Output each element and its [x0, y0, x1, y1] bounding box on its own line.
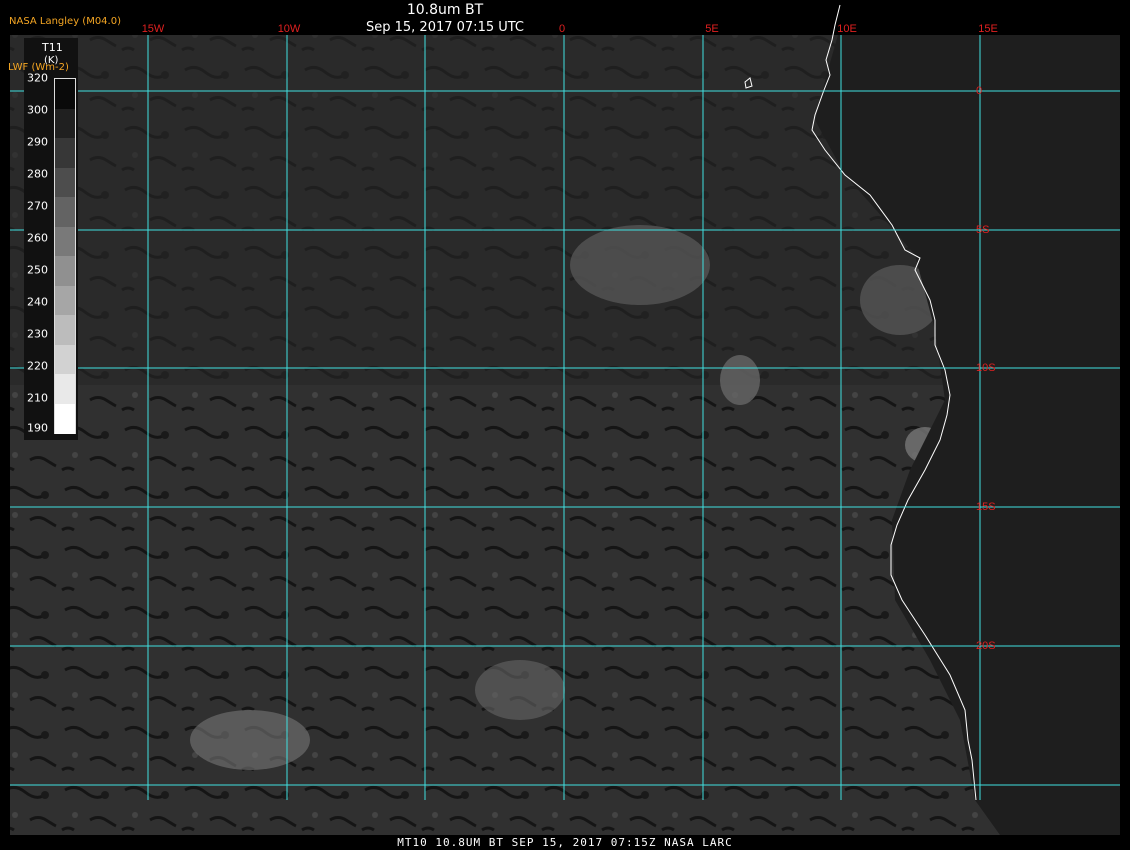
- legend-tick: 280: [27, 167, 48, 181]
- legend-tick: 320: [27, 71, 48, 85]
- lat-label-15s: 15S: [976, 501, 996, 513]
- lat-label-10s: 10S: [976, 362, 996, 374]
- lon-label-10w: 10W: [277, 23, 301, 35]
- lon-label-5e: 5E: [705, 23, 719, 35]
- legend-title: T11: [42, 41, 63, 54]
- colorbar-segment: [55, 344, 75, 375]
- legend-tick: 270: [27, 199, 48, 213]
- lat-label-20s: 20S: [976, 640, 996, 652]
- legend-tick: 190: [27, 421, 48, 435]
- colorbar-segment: [55, 374, 75, 404]
- colorbar-segment: [55, 108, 75, 139]
- lon-label-10e: 10E: [837, 23, 857, 35]
- legend-tick: 230: [27, 327, 48, 341]
- lat-label-0: 0: [976, 85, 983, 97]
- legend-tick: 220: [27, 359, 48, 373]
- colorbar-segment: [55, 315, 75, 345]
- colorbar-segment: [55, 403, 75, 434]
- cloud-patch: [475, 660, 565, 720]
- satellite-imagery: [0, 0, 1130, 850]
- legend-tick: 260: [27, 231, 48, 245]
- colorbar-segment: [55, 285, 75, 316]
- lon-label-15e: 15E: [978, 23, 998, 35]
- cloud-patch: [570, 225, 710, 305]
- lon-label-15w: 15W: [141, 23, 165, 35]
- legend-tick: 290: [27, 135, 48, 149]
- colorbar-legend: T11 (K) LWF (Wm-2) 320 300 290 280 270 2…: [8, 38, 78, 440]
- image-datetime: Sep 15, 2017 07:15 UTC: [365, 20, 525, 35]
- colorbar-segment: [55, 167, 75, 198]
- legend-tick: 240: [27, 295, 48, 309]
- colorbar-segment: [55, 256, 75, 286]
- colorbar-segment: [55, 197, 75, 227]
- footer-caption: MT10 10.8UM BT SEP 15, 2017 07:15Z NASA …: [397, 836, 733, 849]
- legend-tick: 300: [27, 103, 48, 117]
- image-title: 10.8um BT: [406, 2, 484, 18]
- colorbar-segment: [55, 138, 75, 168]
- legend-tick: 210: [27, 391, 48, 405]
- lon-label-0: 0: [558, 23, 566, 35]
- cloud-patch: [190, 710, 310, 770]
- cloud-patch: [720, 355, 760, 405]
- colorbar-segment: [55, 79, 75, 109]
- colorbar-segment: [55, 226, 75, 257]
- legend-tick: 250: [27, 263, 48, 277]
- lat-label-5s: 5S: [976, 224, 990, 236]
- colorbar: [54, 78, 76, 434]
